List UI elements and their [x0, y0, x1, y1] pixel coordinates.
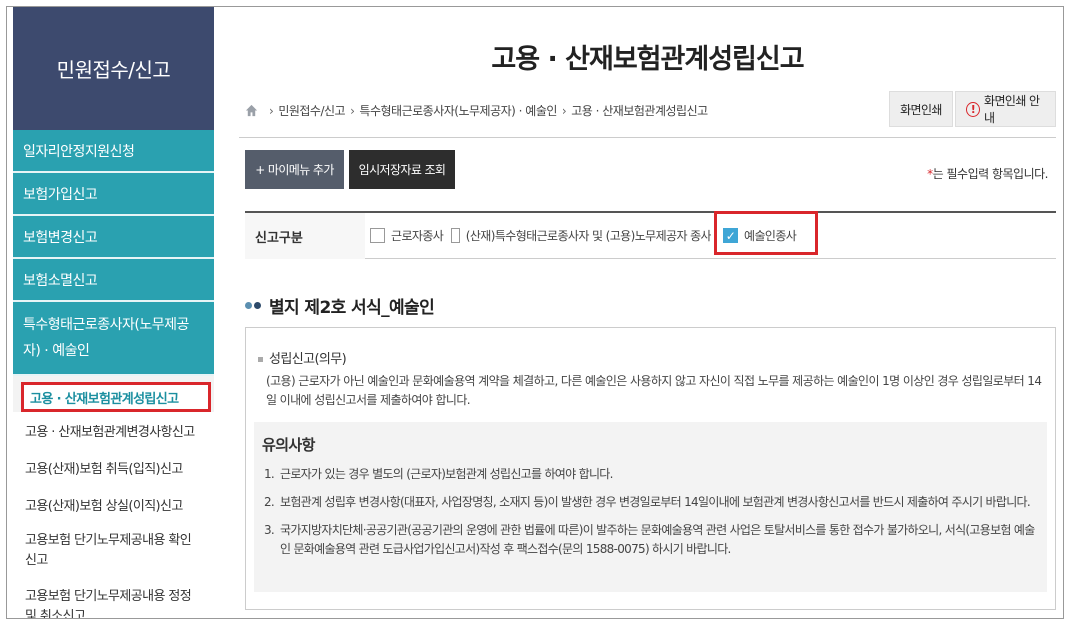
sidebar-item-special-workers-artists[interactable]: 특수형태근로종사자(노무제공자) · 예술인 [13, 302, 214, 376]
highlight-box [714, 211, 818, 255]
add-mymenu-button[interactable]: + 마이메뉴 추가 [245, 150, 344, 189]
print-guide-button[interactable]: ! 화면인쇄 안내 [955, 91, 1056, 127]
app-frame: 민원접수/신고 일자리안정지원신청 보험가입신고 보험변경신고 보험소멸신고 특… [6, 6, 1064, 619]
breadcrumb-separator: › [269, 103, 274, 118]
report-type-label: 신고구분 [245, 213, 365, 259]
bullet-dots-icon [245, 302, 263, 309]
list-item: 2. 보험관계 성립후 변경사항(대표자, 사업장명칭, 소재지 등)이 발생한… [264, 493, 1044, 512]
info-body: (고용) 근로자가 아닌 예술인과 문화예술용역 계약을 체결하고, 다른 예술… [266, 374, 1042, 407]
sidebar-item-employment-stability[interactable]: 일자리안정지원신청 [13, 130, 214, 173]
breadcrumb: › 민원접수/신고 › 특수형태근로종사자(노무제공자) · 예술인 › 고용 … [245, 102, 708, 119]
sidebar-subitem-loss-report[interactable]: 고용(산재)보험 상실(이직)신고 [13, 486, 214, 523]
notice-box: 유의사항 1. 근로자가 있는 경우 별도의 (근로자)보험관계 성립신고를 하… [254, 422, 1047, 592]
option-label: 근로자종사 [391, 229, 444, 243]
breadcrumb-item[interactable]: 고용 · 산재보험관계성립신고 [571, 102, 708, 119]
report-type-row: 신고구분 근로자종사 (산재)특수형태근로종사자 및 (고용)노무제공자 종사 … [245, 211, 1056, 259]
sidebar-subitem-change-report[interactable]: 고용 · 산재보험관계변경사항신고 [13, 412, 214, 449]
list-number: 2. [264, 495, 275, 509]
option-special-worker[interactable]: (산재)특수형태근로종사자 및 (고용)노무제공자 종사 [451, 227, 711, 244]
option-worker[interactable]: 근로자종사 [370, 227, 444, 244]
divider [239, 137, 1056, 138]
notice-title: 유의사항 [262, 436, 315, 454]
home-icon[interactable] [245, 104, 258, 117]
section-title: 별지 제2호 서식_예술인 [245, 293, 435, 318]
sidebar-item-insurance-termination[interactable]: 보험소멸신고 [13, 259, 214, 302]
info-head-text: 성립신고(의무) [269, 352, 347, 367]
sidebar-item-insurance-join[interactable]: 보험가입신고 [13, 173, 214, 216]
breadcrumb-item[interactable]: 민원접수/신고 [278, 102, 345, 119]
breadcrumb-separator: › [350, 103, 355, 118]
list-text: 보험관계 성립후 변경사항(대표자, 사업장명칭, 소재지 등)이 발생한 경우… [280, 495, 1031, 509]
alert-icon: ! [966, 101, 981, 117]
sidebar-subitem-acquisition-report[interactable]: 고용(산재)보험 취득(입직)신고 [13, 449, 214, 486]
list-text: 근로자가 있는 경우 별도의 (근로자)보험관계 성립신고를 하여야 합니다. [280, 467, 613, 481]
sidebar-subitem-short-term-confirm[interactable]: 고용보험 단기노무제공내용 확인신고 [13, 523, 214, 579]
main-content: 고용 · 산재보험관계성립신고 › 민원접수/신고 › 특수형태근로종사자(노무… [239, 7, 1056, 618]
list-number: 1. [264, 467, 275, 481]
list-item: 1. 근로자가 있는 경우 별도의 (근로자)보험관계 성립신고를 하여야 합니… [264, 465, 1044, 484]
print-guide-label: 화면인쇄 안내 [984, 94, 1040, 125]
sidebar-subitem-establishment-report[interactable]: 고용 · 산재보험관계성립신고 [21, 382, 211, 412]
section-title-text: 별지 제2호 서식_예술인 [269, 298, 435, 318]
breadcrumb-item[interactable]: 특수형태근로종사자(노무제공자) · 예술인 [359, 102, 557, 119]
page-title: 고용 · 산재보험관계성립신고 [491, 44, 804, 75]
sidebar: 민원접수/신고 일자리안정지원신청 보험가입신고 보험변경신고 보험소멸신고 특… [13, 7, 214, 618]
info-box: 성립신고(의무) (고용) 근로자가 아닌 예술인과 문화예술용역 계약을 체결… [245, 327, 1056, 610]
info-head: 성립신고(의무) [258, 348, 347, 367]
required-note: *는 필수입력 항목입니다. [927, 165, 1048, 182]
sidebar-item-insurance-change[interactable]: 보험변경신고 [13, 216, 214, 259]
checkbox-special-worker[interactable] [451, 228, 460, 243]
checkbox-worker[interactable] [370, 228, 385, 243]
list-text: 국가지방자치단체·공공기관(공공기관의 운영에 관한 법률에 따른)이 발주하는… [280, 523, 1035, 556]
list-item: 3. 국가지방자치단체·공공기관(공공기관의 운영에 관한 법률에 따른)이 발… [264, 521, 1044, 559]
required-text: 는 필수입력 항목입니다. [932, 167, 1049, 181]
breadcrumb-separator: › [561, 103, 567, 118]
option-label: (산재)특수형태근로종사자 및 (고용)노무제공자 종사 [465, 229, 711, 243]
print-button[interactable]: 화면인쇄 [889, 91, 953, 127]
sidebar-subitem-short-term-correct[interactable]: 고용보험 단기노무제공내용 정정 및 취소신고 [13, 579, 214, 618]
temp-saved-button[interactable]: 임시저장자료 조회 [349, 150, 455, 189]
sidebar-title: 민원접수/신고 [13, 7, 214, 130]
notice-list: 1. 근로자가 있는 경우 별도의 (근로자)보험관계 성립신고를 하여야 합니… [264, 465, 1044, 568]
bullet-square-icon [258, 357, 263, 362]
list-number: 3. [264, 523, 275, 537]
